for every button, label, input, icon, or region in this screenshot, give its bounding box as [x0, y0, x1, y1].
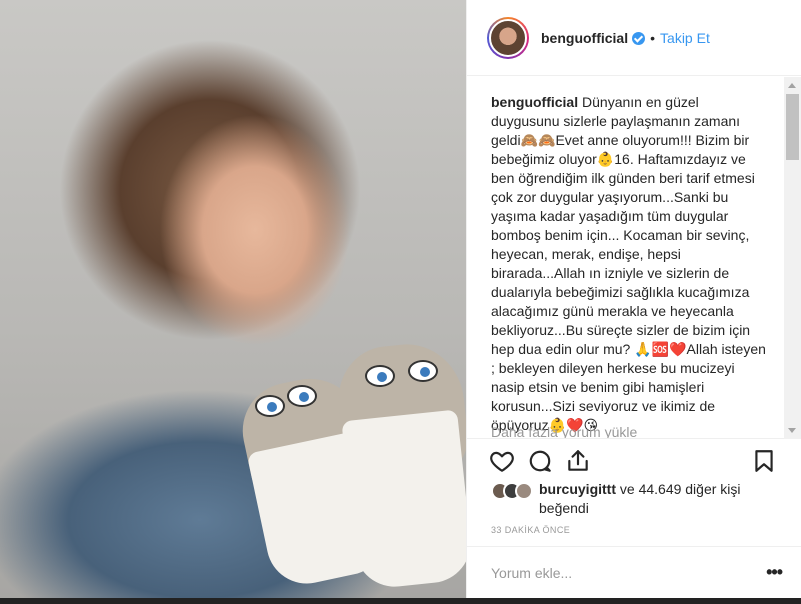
- scrollbar[interactable]: [784, 77, 801, 439]
- shoe-sole-right: [341, 409, 466, 591]
- avatar[interactable]: [487, 16, 529, 59]
- load-more-comments-button[interactable]: Daha fazla yorum yükle: [491, 424, 637, 438]
- likes-text: burcuyigittt ve 44.649 diğer kişi beğend…: [539, 480, 779, 518]
- caption: benguofficial Dünyanın en güzel duygusun…: [467, 77, 785, 435]
- caption-text: Dünyanın en güzel duygusunu sizlerle pay…: [491, 94, 766, 433]
- post-username[interactable]: benguofficial: [541, 30, 628, 46]
- follow-button[interactable]: Takip Et: [660, 30, 710, 46]
- scroll-down-icon[interactable]: [784, 422, 801, 439]
- separator-dot: •: [650, 29, 656, 46]
- caption-username[interactable]: benguofficial: [491, 94, 578, 110]
- avatar[interactable]: [515, 482, 533, 500]
- shoe-eye: [287, 385, 317, 407]
- shoe-eye: [255, 395, 285, 417]
- comment-form: •••: [467, 546, 801, 598]
- more-options-icon[interactable]: •••: [766, 562, 783, 583]
- shoe-eye: [408, 360, 438, 382]
- liker-avatars[interactable]: [491, 482, 533, 500]
- scroll-up-icon[interactable]: [784, 77, 801, 94]
- shoe-eye: [365, 365, 395, 387]
- share-icon[interactable]: [565, 448, 591, 474]
- post-photo[interactable]: [0, 0, 466, 598]
- bookmark-icon[interactable]: [751, 448, 777, 474]
- verified-badge-icon: [632, 32, 646, 45]
- comment-icon[interactable]: [527, 448, 553, 474]
- likes-summary: burcuyigittt ve 44.649 diğer kişi beğend…: [491, 480, 779, 518]
- comments-area: benguofficial Dünyanın en güzel duygusun…: [467, 77, 801, 439]
- page-bottom-strip: [0, 598, 801, 604]
- action-bar: [489, 444, 779, 476]
- scroll-thumb[interactable]: [786, 94, 799, 160]
- post-sidebar: benguofficial • Takip Et benguofficial D…: [466, 0, 801, 598]
- heart-icon[interactable]: [489, 448, 515, 474]
- post-header: benguofficial • Takip Et: [467, 0, 801, 76]
- post-timestamp[interactable]: 33 DAKİKA ÖNCE: [491, 525, 570, 535]
- comment-input[interactable]: [491, 564, 767, 581]
- liker-username[interactable]: burcuyigittt: [539, 481, 616, 497]
